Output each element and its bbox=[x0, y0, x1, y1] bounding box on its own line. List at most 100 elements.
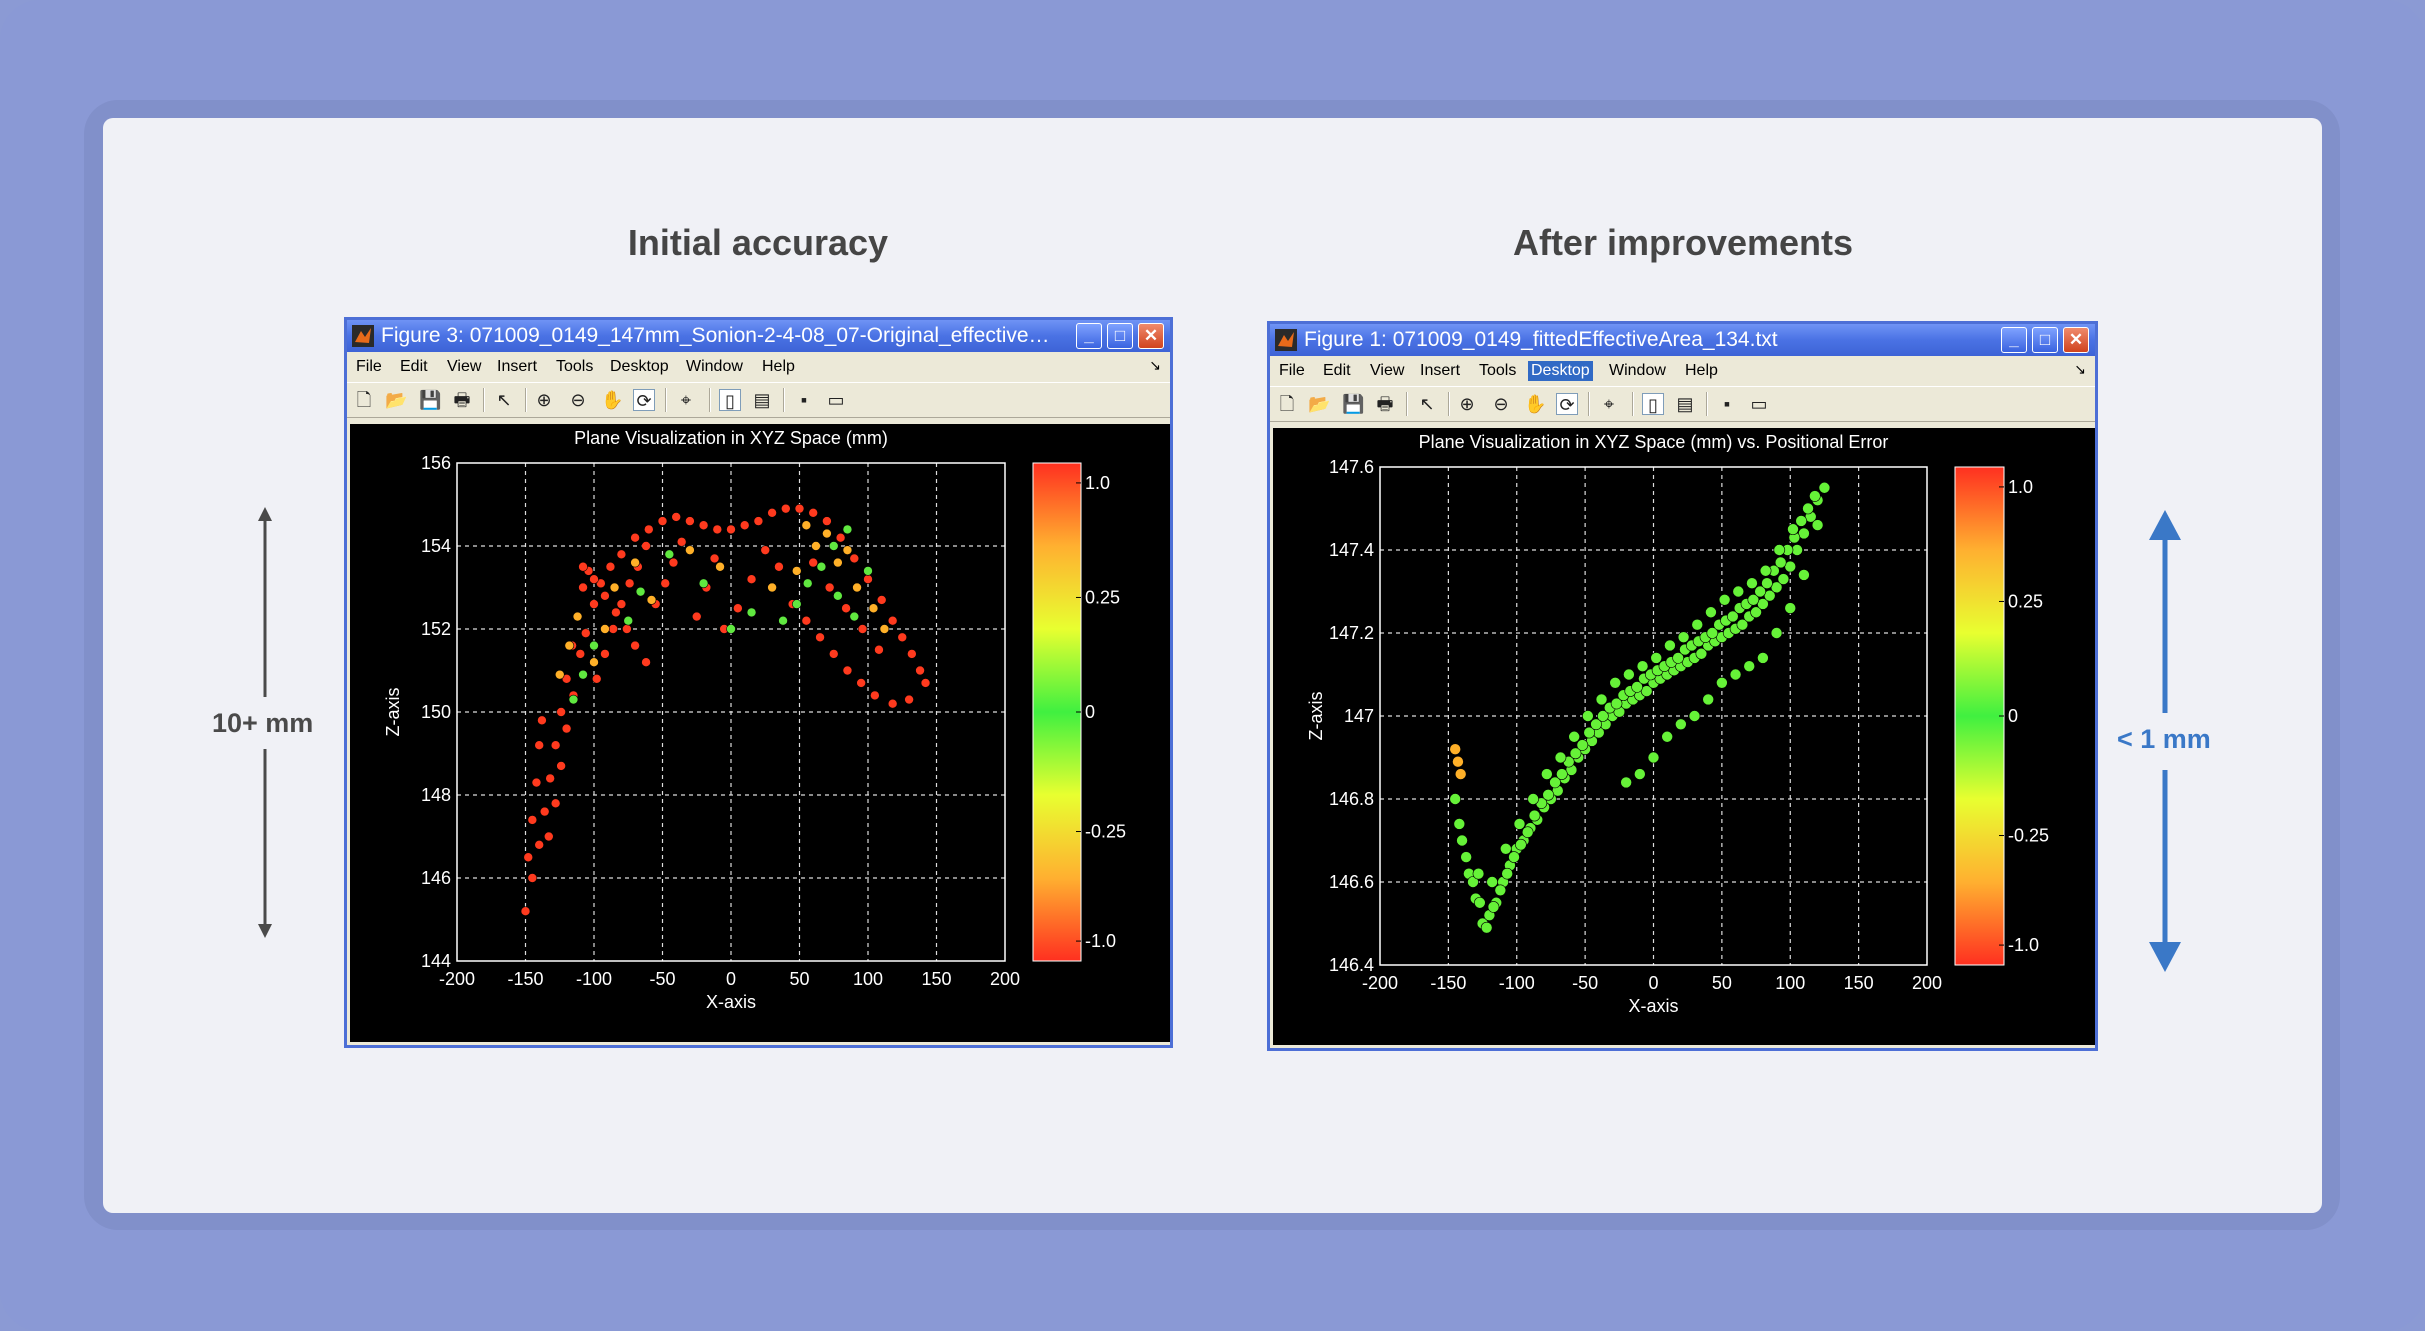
data-point bbox=[815, 632, 825, 643]
data-point bbox=[863, 566, 873, 576]
data-point bbox=[780, 503, 791, 514]
data-point bbox=[1650, 652, 1663, 664]
dock-arrow-icon[interactable]: ↘ bbox=[1146, 356, 1164, 375]
print-icon[interactable]: 🖶 bbox=[451, 389, 473, 411]
data-point bbox=[842, 545, 853, 555]
colorbar-tick-label: 0.25 bbox=[1085, 587, 1120, 607]
minimize-button[interactable]: _ bbox=[2001, 327, 2027, 353]
data-point bbox=[802, 578, 813, 589]
menu-window[interactable]: Window bbox=[683, 357, 746, 377]
open-folder-icon[interactable]: 📂 bbox=[1308, 393, 1330, 415]
rotate-3d-icon[interactable]: ⟳ bbox=[1556, 393, 1578, 415]
menu-file[interactable]: File bbox=[1276, 361, 1308, 381]
hide-plot-tools-icon[interactable]: ▪ bbox=[1716, 393, 1738, 415]
window-titlebar[interactable]: Figure 3: 071009_0149_147mm_Sonion-2-4-0… bbox=[347, 320, 1170, 352]
colorbar-icon[interactable]: ▯ bbox=[719, 389, 741, 411]
data-point bbox=[622, 624, 632, 634]
data-point bbox=[833, 557, 843, 568]
menu-bar: File Edit View Insert Tools Desktop Wind… bbox=[347, 352, 1170, 382]
maximize-button[interactable]: □ bbox=[2032, 327, 2058, 353]
menu-file[interactable]: File bbox=[353, 357, 385, 377]
minimize-button[interactable]: _ bbox=[1076, 323, 1102, 349]
data-point bbox=[746, 574, 757, 584]
zoom-out-icon[interactable]: ⊖ bbox=[1490, 393, 1512, 415]
print-icon[interactable]: 🖶 bbox=[1374, 393, 1396, 415]
maximize-button[interactable]: □ bbox=[1107, 323, 1133, 349]
data-cursor-icon[interactable]: ⌖ bbox=[675, 389, 697, 411]
colorbar-tick-label: 0 bbox=[1085, 702, 1095, 722]
dock-arrow-icon[interactable]: ↘ bbox=[2071, 360, 2089, 379]
pan-hand-icon[interactable]: ✋ bbox=[1524, 393, 1546, 415]
data-point bbox=[1664, 639, 1676, 652]
legend-icon[interactable]: ▤ bbox=[1674, 393, 1696, 415]
data-point bbox=[1474, 896, 1486, 909]
y-tick-label: 147.4 bbox=[1329, 540, 1374, 560]
right-measure-label: < 1 mm bbox=[2117, 724, 2211, 754]
save-icon[interactable]: 💾 bbox=[419, 389, 441, 411]
menu-desktop[interactable]: Desktop bbox=[1528, 361, 1593, 381]
data-point bbox=[664, 549, 675, 560]
data-point bbox=[1480, 921, 1493, 934]
menu-window[interactable]: Window bbox=[1606, 361, 1669, 381]
data-point bbox=[589, 657, 599, 667]
data-point bbox=[849, 553, 860, 564]
menu-help[interactable]: Help bbox=[1682, 361, 1721, 381]
data-point bbox=[774, 561, 784, 572]
menu-tools[interactable]: Tools bbox=[1476, 361, 1519, 381]
data-point bbox=[920, 678, 931, 688]
data-point bbox=[1515, 838, 1527, 851]
data-point bbox=[1576, 739, 1589, 751]
data-point bbox=[657, 516, 668, 526]
menu-insert[interactable]: Insert bbox=[1417, 361, 1463, 381]
zoom-in-icon[interactable]: ⊕ bbox=[1456, 393, 1478, 415]
data-point bbox=[1798, 569, 1810, 581]
data-point bbox=[1620, 776, 1632, 789]
menu-edit[interactable]: Edit bbox=[397, 357, 431, 377]
x-tick-label: -100 bbox=[1499, 973, 1535, 993]
hide-plot-tools-icon[interactable]: ▪ bbox=[793, 389, 815, 411]
chart-title: Plane Visualization in XYZ Space (mm) bbox=[574, 428, 888, 448]
rotate-3d-icon[interactable]: ⟳ bbox=[633, 389, 655, 411]
select-arrow-icon[interactable]: ↖ bbox=[1416, 393, 1438, 415]
x-tick-label: -50 bbox=[1572, 973, 1598, 993]
pan-hand-icon[interactable]: ✋ bbox=[601, 389, 623, 411]
menu-view[interactable]: View bbox=[1367, 361, 1407, 381]
data-point bbox=[1556, 768, 1568, 780]
data-point bbox=[1521, 826, 1534, 839]
data-point bbox=[600, 624, 610, 634]
legend-icon[interactable]: ▤ bbox=[751, 389, 773, 411]
save-icon[interactable]: 💾 bbox=[1342, 393, 1364, 415]
data-point bbox=[1449, 743, 1462, 756]
figure-window-right[interactable]: Figure 1: 071009_0149_fittedEffectiveAre… bbox=[1267, 321, 2098, 1051]
data-cursor-icon[interactable]: ⌖ bbox=[1598, 393, 1620, 415]
select-arrow-icon[interactable]: ↖ bbox=[493, 389, 515, 411]
menu-edit[interactable]: Edit bbox=[1320, 361, 1354, 381]
data-point bbox=[1773, 544, 1786, 556]
data-point bbox=[523, 852, 534, 863]
colorbar-icon[interactable]: ▯ bbox=[1642, 393, 1664, 415]
show-plot-tools-icon[interactable]: ▭ bbox=[1748, 393, 1770, 415]
zoom-in-icon[interactable]: ⊕ bbox=[533, 389, 555, 411]
close-button[interactable]: ✕ bbox=[2063, 327, 2089, 353]
new-file-icon[interactable]: 🗋 bbox=[1276, 393, 1298, 415]
close-button[interactable]: ✕ bbox=[1138, 323, 1164, 349]
menu-help[interactable]: Help bbox=[759, 357, 798, 377]
menu-tools[interactable]: Tools bbox=[553, 357, 596, 377]
data-point bbox=[1818, 481, 1831, 494]
open-folder-icon[interactable]: 📂 bbox=[385, 389, 407, 411]
data-point bbox=[646, 595, 657, 605]
colorbar bbox=[1954, 466, 2005, 966]
menu-view[interactable]: View bbox=[444, 357, 484, 377]
data-point bbox=[1453, 818, 1466, 830]
data-point bbox=[1770, 627, 1783, 639]
data-point bbox=[608, 624, 618, 634]
window-titlebar[interactable]: Figure 1: 071009_0149_fittedEffectiveAre… bbox=[1270, 324, 2095, 356]
colorbar-tick-label: 1.0 bbox=[1085, 473, 1110, 493]
show-plot-tools-icon[interactable]: ▭ bbox=[825, 389, 847, 411]
figure-window-left[interactable]: Figure 3: 071009_0149_147mm_Sonion-2-4-0… bbox=[344, 317, 1173, 1048]
menu-insert[interactable]: Insert bbox=[494, 357, 540, 377]
zoom-out-icon[interactable]: ⊖ bbox=[567, 389, 589, 411]
new-file-icon[interactable]: 🗋 bbox=[353, 389, 375, 411]
menu-desktop[interactable]: Desktop bbox=[607, 357, 672, 377]
data-point bbox=[1460, 851, 1472, 863]
